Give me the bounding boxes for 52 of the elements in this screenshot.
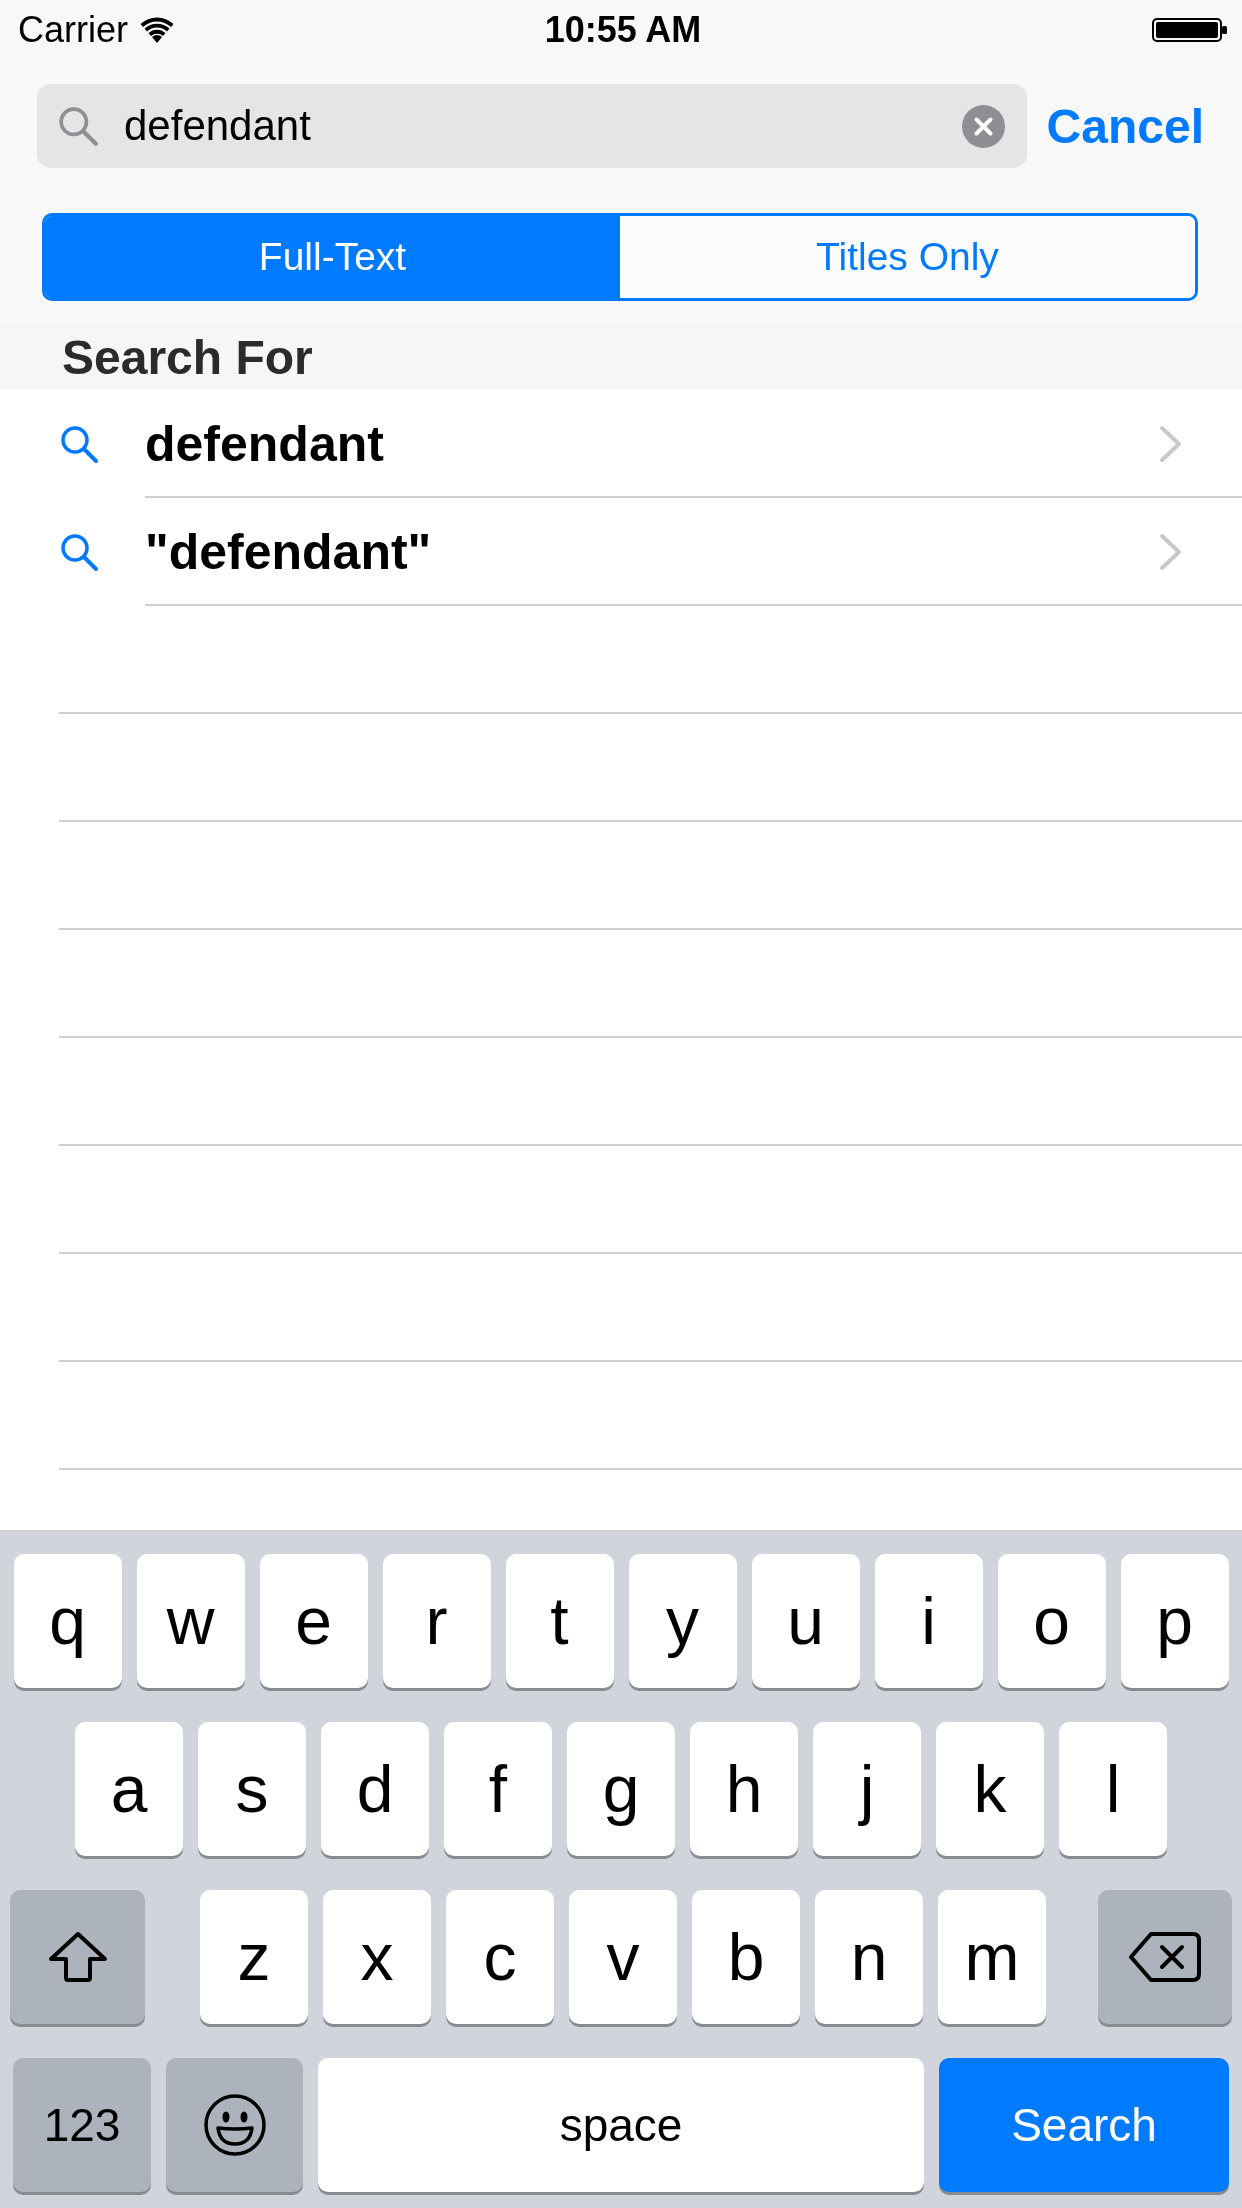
letter-key[interactable]: i bbox=[874, 1554, 983, 1688]
battery-icon bbox=[1152, 18, 1228, 42]
letter-key[interactable]: d bbox=[321, 1722, 429, 1856]
letter-key[interactable]: z bbox=[200, 1890, 308, 2024]
emoji-key[interactable] bbox=[166, 2058, 303, 2192]
shift-icon bbox=[47, 1931, 108, 1983]
letter-key[interactable]: y bbox=[628, 1554, 737, 1688]
search-icon bbox=[59, 424, 99, 464]
letter-key[interactable]: w bbox=[136, 1554, 245, 1688]
letter-key[interactable]: l bbox=[1059, 1722, 1167, 1856]
letter-key[interactable]: c bbox=[446, 1890, 554, 2024]
letter-key[interactable]: p bbox=[1120, 1554, 1229, 1688]
clear-icon[interactable] bbox=[961, 104, 1005, 148]
time-label: 10:55 AM bbox=[544, 9, 702, 51]
cancel-button[interactable]: Cancel bbox=[1046, 98, 1204, 154]
numbers-key[interactable]: 123 bbox=[13, 2058, 151, 2192]
letter-key[interactable]: m bbox=[938, 1890, 1046, 2024]
letter-key[interactable]: j bbox=[813, 1722, 921, 1856]
space-bar[interactable]: space bbox=[318, 2058, 924, 2192]
wifi-icon bbox=[140, 17, 174, 43]
chevron-icon bbox=[1159, 425, 1183, 463]
carrier-label: Carrier bbox=[18, 9, 128, 51]
letter-key[interactable]: h bbox=[690, 1722, 798, 1856]
segment-tab[interactable]: Titles Only bbox=[620, 216, 1195, 298]
letter-key[interactable]: u bbox=[751, 1554, 860, 1688]
search-icon bbox=[57, 105, 99, 147]
search-field[interactable]: defendant bbox=[37, 84, 1027, 168]
search-icon bbox=[59, 532, 99, 572]
letter-key[interactable]: e bbox=[259, 1554, 368, 1688]
shift-key[interactable] bbox=[10, 1890, 145, 2024]
backspace-icon bbox=[1129, 1932, 1201, 1982]
chevron-icon bbox=[1159, 533, 1183, 571]
letter-key[interactable]: s bbox=[198, 1722, 306, 1856]
letter-key[interactable]: a bbox=[75, 1722, 183, 1856]
letter-key[interactable]: t bbox=[505, 1554, 614, 1688]
delete-key[interactable] bbox=[1098, 1890, 1232, 2024]
letter-key[interactable]: g bbox=[567, 1722, 675, 1856]
segment-tab[interactable]: Full-Text bbox=[45, 216, 620, 298]
suggestion-row[interactable]: "defendant" bbox=[0, 498, 1242, 606]
letter-key[interactable]: k bbox=[936, 1722, 1044, 1856]
letter-key[interactable]: n bbox=[815, 1890, 923, 2024]
smiley-icon bbox=[203, 2094, 266, 2156]
letter-key[interactable]: q bbox=[13, 1554, 122, 1688]
letter-key[interactable]: x bbox=[323, 1890, 431, 2024]
letter-key[interactable]: r bbox=[382, 1554, 491, 1688]
letter-key[interactable]: o bbox=[997, 1554, 1106, 1688]
letter-key[interactable]: f bbox=[444, 1722, 552, 1856]
section-title: Search For bbox=[62, 329, 313, 385]
letter-key[interactable]: v bbox=[569, 1890, 677, 2024]
suggestion-row[interactable]: defendant bbox=[0, 390, 1242, 498]
letter-key[interactable]: b bbox=[692, 1890, 800, 2024]
search-key[interactable]: Search bbox=[939, 2058, 1229, 2192]
